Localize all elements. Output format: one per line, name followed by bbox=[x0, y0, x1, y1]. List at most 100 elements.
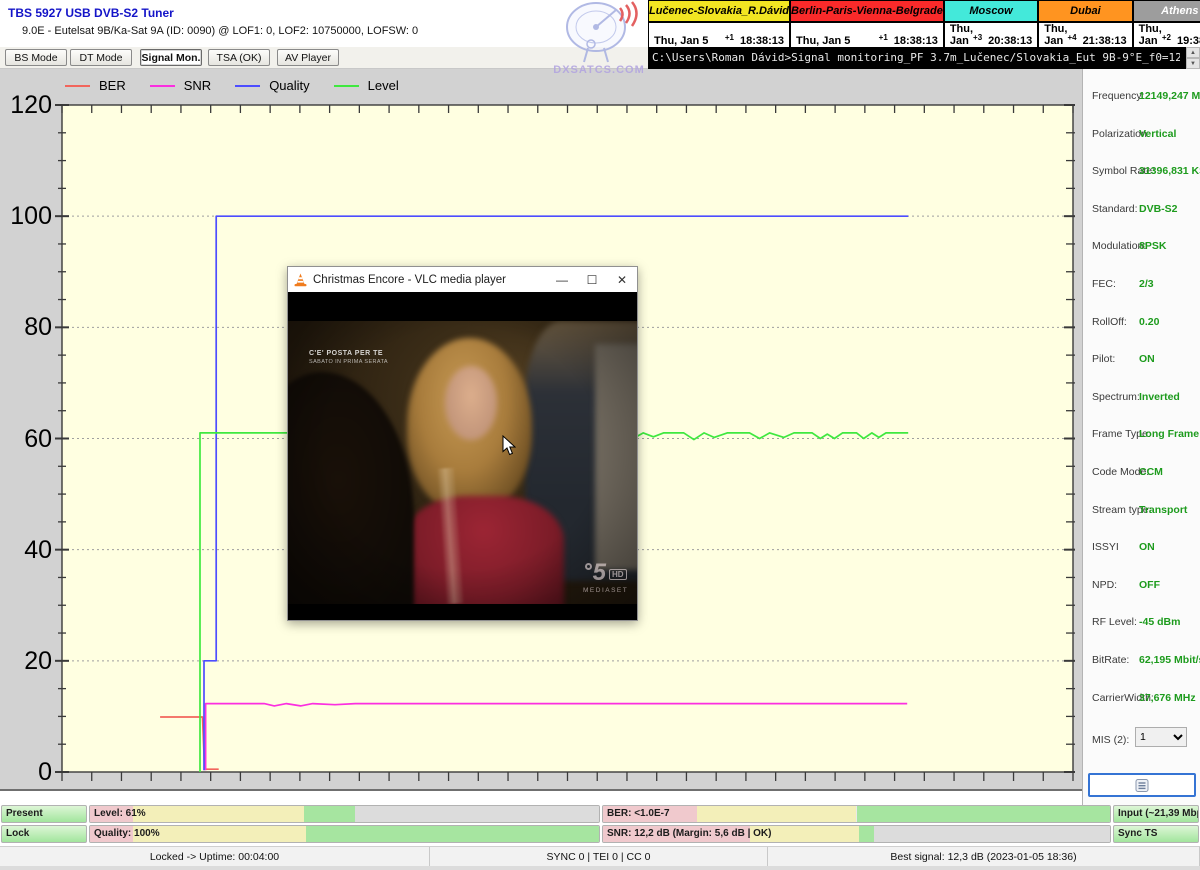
gauge-segment-1 bbox=[133, 806, 304, 822]
overlay-line-2: SABATO IN PRIMA SERATA bbox=[309, 359, 388, 365]
param-value-14: -45 dBm bbox=[1139, 616, 1180, 628]
gauge-segment-2 bbox=[306, 826, 599, 842]
clock-city-label: Moscow bbox=[945, 1, 1037, 21]
canale5-mediaset-logo: 5 HD MEDIASET bbox=[583, 561, 628, 594]
y-axis-label-20: 20 bbox=[2, 648, 52, 674]
status-flag-lock: Lock bbox=[1, 825, 87, 843]
tab-av-player[interactable]: AV Player bbox=[277, 49, 339, 66]
clock-utc-offset: +4 bbox=[1067, 33, 1076, 42]
statusbar: Locked -> Uptime: 00:04:00SYNC 0 | TEI 0… bbox=[0, 846, 1200, 866]
param-value-3: DVB-S2 bbox=[1139, 203, 1178, 215]
status-section-0: Locked -> Uptime: 00:04:00 bbox=[0, 847, 430, 866]
param-value-1: Vertical bbox=[1139, 128, 1176, 140]
vlc-video-area[interactable]: C'E' POSTA PER TE SABATO IN PRIMA SERATA… bbox=[288, 292, 637, 620]
list-icon bbox=[1134, 779, 1150, 792]
bar-label: Quality: 100% bbox=[94, 828, 160, 839]
legend-item-snr: SNR bbox=[150, 78, 211, 93]
bottom-strip bbox=[0, 866, 1200, 870]
clock-city-label: Athens bbox=[1134, 1, 1200, 21]
clock-date: Thu, Jan 5 bbox=[654, 35, 725, 47]
gauge-segment-3 bbox=[874, 826, 1110, 842]
bar-label: BER: <1.0E-7 bbox=[607, 808, 670, 819]
param-label-5: FEC: bbox=[1092, 278, 1116, 290]
clock-time-value: 18:38:13 bbox=[894, 35, 938, 47]
param-label-12: ISSYI bbox=[1092, 541, 1119, 553]
broadcast-overlay-text: C'E' POSTA PER TE SABATO IN PRIMA SERATA bbox=[309, 350, 388, 365]
console-command-text: C:\Users\Roman Dávid>Signal monitoring_P… bbox=[652, 51, 1180, 64]
clock-date: Thu, Jan 5 bbox=[796, 35, 879, 47]
legend-item-quality: Quality bbox=[235, 78, 309, 93]
gauge-snr: SNR: 12,2 dB (Margin: 5,6 dB | OK) bbox=[602, 825, 1111, 843]
vlc-window[interactable]: Christmas Encore - VLC media player — ☐ … bbox=[287, 266, 638, 621]
param-value-12: ON bbox=[1139, 541, 1155, 553]
transponder-params-sidebar: MIS (2): 1 Frequency:12149,247 MHzPolari… bbox=[1082, 69, 1200, 805]
bar-label: Input (~21,39 Mbps) bbox=[1118, 808, 1199, 819]
gauge-segment-2 bbox=[857, 806, 1111, 822]
param-value-2: 31396,831 KS/s bbox=[1139, 165, 1200, 177]
legend-swatch-snr bbox=[150, 85, 175, 87]
scroll-down-icon[interactable]: ▼ bbox=[1186, 58, 1200, 69]
gauge-quality: Quality: 100% bbox=[89, 825, 600, 843]
param-value-15: 62,195 Mbit/s bbox=[1139, 654, 1200, 666]
series-snr bbox=[206, 704, 908, 771]
tab-signal-mon-[interactable]: Signal Mon. bbox=[140, 49, 202, 66]
legend-label-quality: Quality bbox=[269, 78, 309, 93]
gauge-segment-3 bbox=[355, 806, 599, 822]
legend-item-ber: BER bbox=[65, 78, 126, 93]
y-axis-label-60: 60 bbox=[2, 426, 52, 452]
vlc-cone-icon bbox=[294, 273, 307, 287]
tab-tsa-ok-[interactable]: TSA (OK) bbox=[208, 49, 270, 66]
tuner-subtitle: 9.0E - Eutelsat 9B/Ka-Sat 9A (ID: 0090) … bbox=[22, 25, 418, 37]
bar-label: SNR: 12,2 dB (Margin: 5,6 dB | OK) bbox=[607, 828, 771, 839]
y-axis-label-120: 120 bbox=[2, 92, 52, 118]
param-value-9: Long Frame bbox=[1139, 428, 1199, 440]
overlay-line-1: C'E' POSTA PER TE bbox=[309, 350, 388, 357]
param-value-7: ON bbox=[1139, 353, 1155, 365]
clock-time-value: 20:38:13 bbox=[988, 35, 1032, 47]
mis-select[interactable]: 1 bbox=[1135, 727, 1187, 747]
param-label-14: RF Level: bbox=[1092, 616, 1137, 628]
param-value-0: 12149,247 MHz bbox=[1139, 90, 1200, 102]
clock-city-label: Berlin-Paris-Vienna-Belgrade bbox=[791, 1, 943, 21]
legend-swatch-ber bbox=[65, 85, 90, 87]
tab-bs-mode[interactable]: BS Mode bbox=[5, 49, 67, 66]
legend-swatch-level bbox=[334, 85, 359, 87]
stream-list-button[interactable] bbox=[1088, 773, 1196, 797]
y-axis-label-80: 80 bbox=[2, 314, 52, 340]
param-value-16: 37,676 MHz bbox=[1139, 692, 1196, 704]
legend-swatch-quality bbox=[235, 85, 260, 87]
legend-item-level: Level bbox=[334, 78, 399, 93]
minimize-button[interactable]: — bbox=[547, 267, 577, 292]
param-value-8: Inverted bbox=[1139, 391, 1180, 403]
signal-status-bars: PresentLevel: 61%BER: <1.0E-7Input (~21,… bbox=[1, 805, 1199, 845]
logo-brand: MEDIASET bbox=[583, 587, 628, 594]
logo-ring-icon bbox=[585, 563, 592, 570]
param-label-3: Standard: bbox=[1092, 203, 1138, 215]
gauge-segment-2 bbox=[304, 806, 355, 822]
scroll-up-icon[interactable]: ▲ bbox=[1186, 47, 1200, 58]
gauge-segment-2 bbox=[859, 826, 874, 842]
clock-utc-offset: +3 bbox=[973, 33, 982, 42]
vlc-titlebar[interactable]: Christmas Encore - VLC media player — ☐ … bbox=[288, 267, 637, 292]
app-title: TBS 5927 USB DVB-S2 Tuner bbox=[8, 6, 174, 20]
video-scene: C'E' POSTA PER TE SABATO IN PRIMA SERATA… bbox=[288, 321, 637, 604]
legend-label-ber: BER bbox=[99, 78, 126, 93]
tab-dt-mode[interactable]: DT Mode bbox=[70, 49, 132, 66]
param-value-5: 2/3 bbox=[1139, 278, 1154, 290]
console-scrollbar[interactable]: ▲ ▼ bbox=[1186, 47, 1200, 69]
param-label-7: Pilot: bbox=[1092, 353, 1115, 365]
param-value-10: CCM bbox=[1139, 466, 1163, 478]
gauge-segment-1 bbox=[697, 806, 857, 822]
param-label-13: NPD: bbox=[1092, 579, 1117, 591]
mouse-cursor-icon bbox=[502, 435, 516, 456]
vlc-window-title: Christmas Encore - VLC media player bbox=[313, 274, 506, 286]
console-window[interactable]: C:\Users\Roman Dávid>Signal monitoring_P… bbox=[648, 47, 1200, 69]
maximize-button[interactable]: ☐ bbox=[577, 267, 607, 292]
param-label-6: RollOff: bbox=[1092, 316, 1127, 328]
monitor-row-1: Lock Quality: 100% SNR: 12,2 dB (Margin: 5… bbox=[1, 825, 1199, 843]
clock-utc-offset: +1 bbox=[725, 33, 734, 42]
close-button[interactable]: ✕ bbox=[607, 267, 637, 292]
bar-label: Level: 61% bbox=[94, 808, 146, 819]
gauge-level: Level: 61% bbox=[89, 805, 600, 823]
world-clocks-panel: Lučenec-Slovakia_R.DávidThu, Jan 5+118:3… bbox=[648, 0, 1200, 47]
